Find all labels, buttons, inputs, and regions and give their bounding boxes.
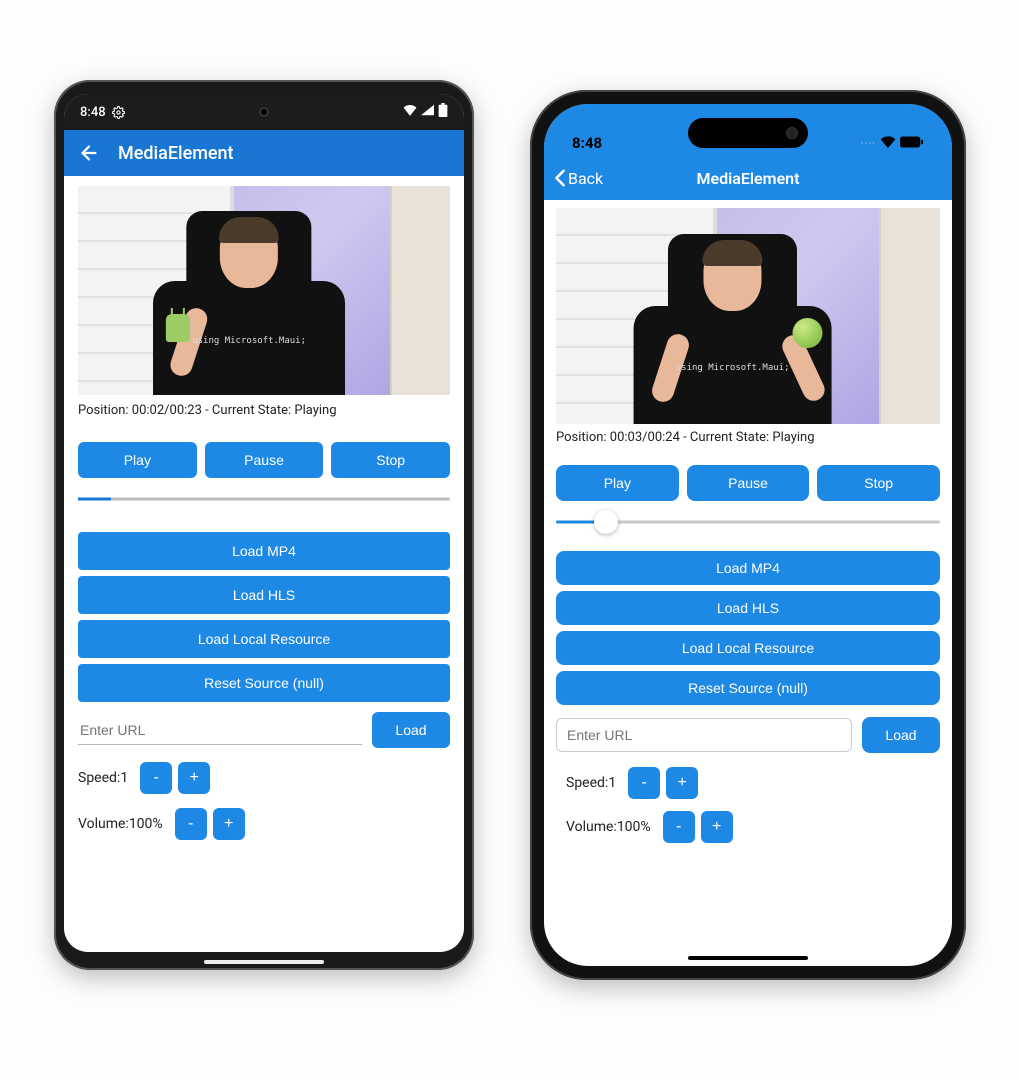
play-button[interactable]: Play	[78, 442, 197, 478]
speed-increase-button[interactable]: +	[666, 767, 698, 799]
android-robot-icon	[166, 314, 190, 342]
video-player[interactable]: using Microsoft.Maui;	[78, 186, 450, 395]
load-local-button[interactable]: Load Local Resource	[78, 620, 450, 658]
gear-icon	[112, 106, 125, 119]
apple-prop-icon	[793, 318, 823, 348]
reset-source-button[interactable]: Reset Source (null)	[78, 664, 450, 702]
pause-button[interactable]: Pause	[205, 442, 324, 478]
play-button[interactable]: Play	[556, 465, 679, 501]
back-arrow-icon[interactable]	[78, 142, 100, 164]
volume-increase-button[interactable]: +	[701, 811, 733, 843]
android-status-bar: 8:48	[64, 94, 464, 130]
playback-status-text: Position: 00:02/00:23 - Current State: P…	[78, 403, 450, 418]
cell-signal-icon	[421, 104, 434, 120]
volume-value: 100%	[617, 819, 651, 835]
speed-decrease-button[interactable]: -	[140, 762, 172, 794]
load-url-button[interactable]: Load	[372, 712, 450, 748]
load-hls-button[interactable]: Load HLS	[78, 576, 450, 614]
volume-decrease-button[interactable]: -	[175, 808, 207, 840]
position-slider[interactable]	[556, 509, 940, 535]
volume-increase-button[interactable]: +	[213, 808, 245, 840]
android-content: using Microsoft.Maui; Position: 00:02/00…	[64, 176, 464, 952]
back-button[interactable]: Back	[554, 169, 603, 188]
shirt-text: using Microsoft.Maui;	[192, 336, 306, 346]
load-hls-button[interactable]: Load HLS	[556, 591, 940, 625]
ios-nav-bar: Back MediaElement	[544, 156, 952, 200]
wifi-icon	[880, 134, 896, 152]
volume-stepper: - +	[175, 808, 245, 840]
pause-button[interactable]: Pause	[687, 465, 810, 501]
load-local-button[interactable]: Load Local Resource	[556, 631, 940, 665]
position-slider[interactable]	[78, 492, 450, 506]
battery-icon	[438, 103, 448, 121]
speed-stepper: - +	[140, 762, 210, 794]
url-input[interactable]	[78, 716, 362, 745]
stop-button[interactable]: Stop	[817, 465, 940, 501]
stop-button[interactable]: Stop	[331, 442, 450, 478]
android-screen: 8:48	[64, 94, 464, 952]
volume-value: 100%	[129, 816, 163, 832]
app-bar-title: MediaElement	[118, 143, 234, 164]
status-time: 8:48	[572, 134, 602, 152]
video-player[interactable]: using Microsoft.Maui;	[556, 208, 940, 424]
shirt-text: using Microsoft.Maui;	[676, 363, 790, 373]
ios-content: using Microsoft.Maui; Position: 00:03/00…	[544, 200, 952, 966]
volume-decrease-button[interactable]: -	[663, 811, 695, 843]
speed-decrease-button[interactable]: -	[628, 767, 660, 799]
cell-dots-icon: ••••	[861, 139, 876, 148]
iphone-device-frame: 8:48 •••• Back MediaElement	[530, 90, 966, 980]
iphone-screen: 8:48 •••• Back MediaElement	[544, 104, 952, 966]
speed-value: 1	[120, 770, 128, 786]
android-app-bar: MediaElement	[64, 130, 464, 176]
volume-label: Volume:100%	[566, 819, 651, 835]
speed-value: 1	[608, 775, 616, 791]
load-url-button[interactable]: Load	[862, 717, 940, 753]
back-label: Back	[568, 169, 603, 188]
battery-icon	[900, 134, 924, 152]
playback-status-text: Position: 00:03/00:24 - Current State: P…	[556, 430, 940, 445]
ios-home-indicator	[688, 956, 808, 960]
volume-stepper: - +	[663, 811, 733, 843]
load-mp4-button[interactable]: Load MP4	[78, 532, 450, 570]
speed-label: Speed:1	[78, 770, 128, 786]
status-time: 8:48	[80, 105, 106, 120]
volume-label: Volume:100%	[78, 816, 163, 832]
load-mp4-button[interactable]: Load MP4	[556, 551, 940, 585]
speed-stepper: - +	[628, 767, 698, 799]
reset-source-button[interactable]: Reset Source (null)	[556, 671, 940, 705]
url-input[interactable]	[556, 718, 852, 752]
nav-title: MediaElement	[697, 169, 800, 188]
speed-increase-button[interactable]: +	[178, 762, 210, 794]
speed-label: Speed:1	[566, 775, 616, 791]
dynamic-island	[688, 118, 808, 148]
android-device-frame: 8:48	[54, 80, 474, 970]
wifi-icon	[403, 104, 417, 120]
